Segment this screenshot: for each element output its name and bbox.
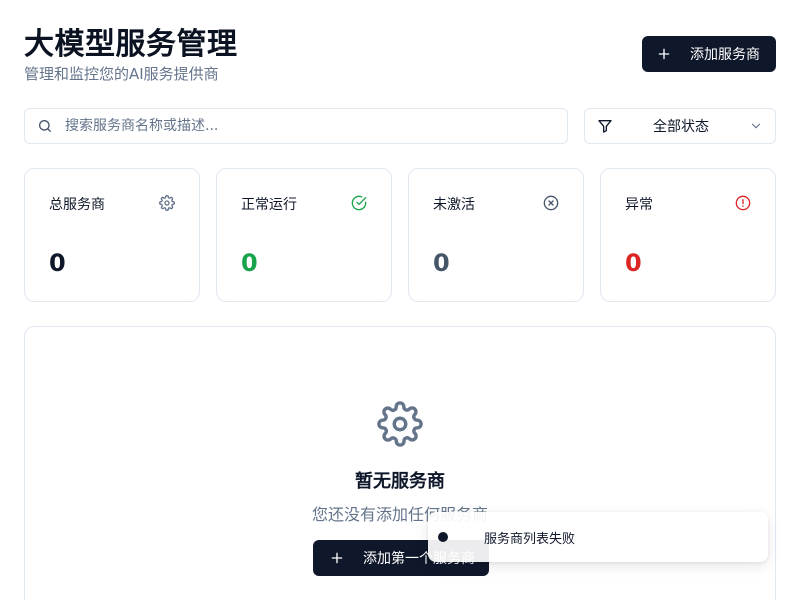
search-input[interactable] (65, 111, 567, 141)
plus-icon (331, 552, 343, 564)
stat-value: 0 (49, 249, 66, 277)
toast-status-icon (438, 532, 448, 542)
chevron-down-icon (751, 123, 761, 129)
search-box (24, 108, 568, 144)
filter-icon (598, 120, 612, 133)
add-provider-button[interactable]: 添加服务商 (642, 36, 776, 72)
stat-card-running: 正常运行 0 (216, 168, 392, 302)
alert-circle-icon (735, 195, 751, 211)
stat-card-inactive: 未激活 0 (408, 168, 584, 302)
add-provider-button-label: 添加服务商 (690, 47, 760, 63)
gear-icon (159, 195, 175, 211)
plus-icon (658, 48, 670, 60)
error-toast: 服务商列表失败 (428, 512, 768, 562)
stat-card-error: 异常 0 (600, 168, 776, 302)
page-header: 大模型服务管理 管理和监控您的AI服务提供商 添加服务商 (24, 26, 776, 86)
status-filter-select[interactable]: 全部状态 (584, 108, 776, 144)
stat-value: 0 (433, 249, 450, 277)
x-circle-icon (543, 195, 559, 211)
gear-icon (377, 401, 423, 447)
toast-message: 服务商列表失败 (484, 531, 576, 547)
stat-label: 未激活 (433, 197, 475, 213)
stats-cards: 总服务商 0 正常运行 0 未激活 0 异常 0 (24, 168, 776, 302)
stat-value: 0 (241, 249, 258, 277)
stat-label: 正常运行 (241, 197, 297, 213)
page: 大模型服务管理 管理和监控您的AI服务提供商 添加服务商 全部状态 总服务商 0… (0, 0, 800, 600)
search-icon (39, 120, 51, 132)
stat-label: 总服务商 (49, 197, 105, 213)
check-circle-icon (351, 195, 367, 211)
stat-label: 异常 (625, 197, 653, 213)
stat-value: 0 (625, 249, 642, 277)
status-filter-value: 全部状态 (653, 119, 709, 135)
stat-card-total: 总服务商 0 (24, 168, 200, 302)
empty-state-title: 暂无服务商 (355, 471, 445, 492)
